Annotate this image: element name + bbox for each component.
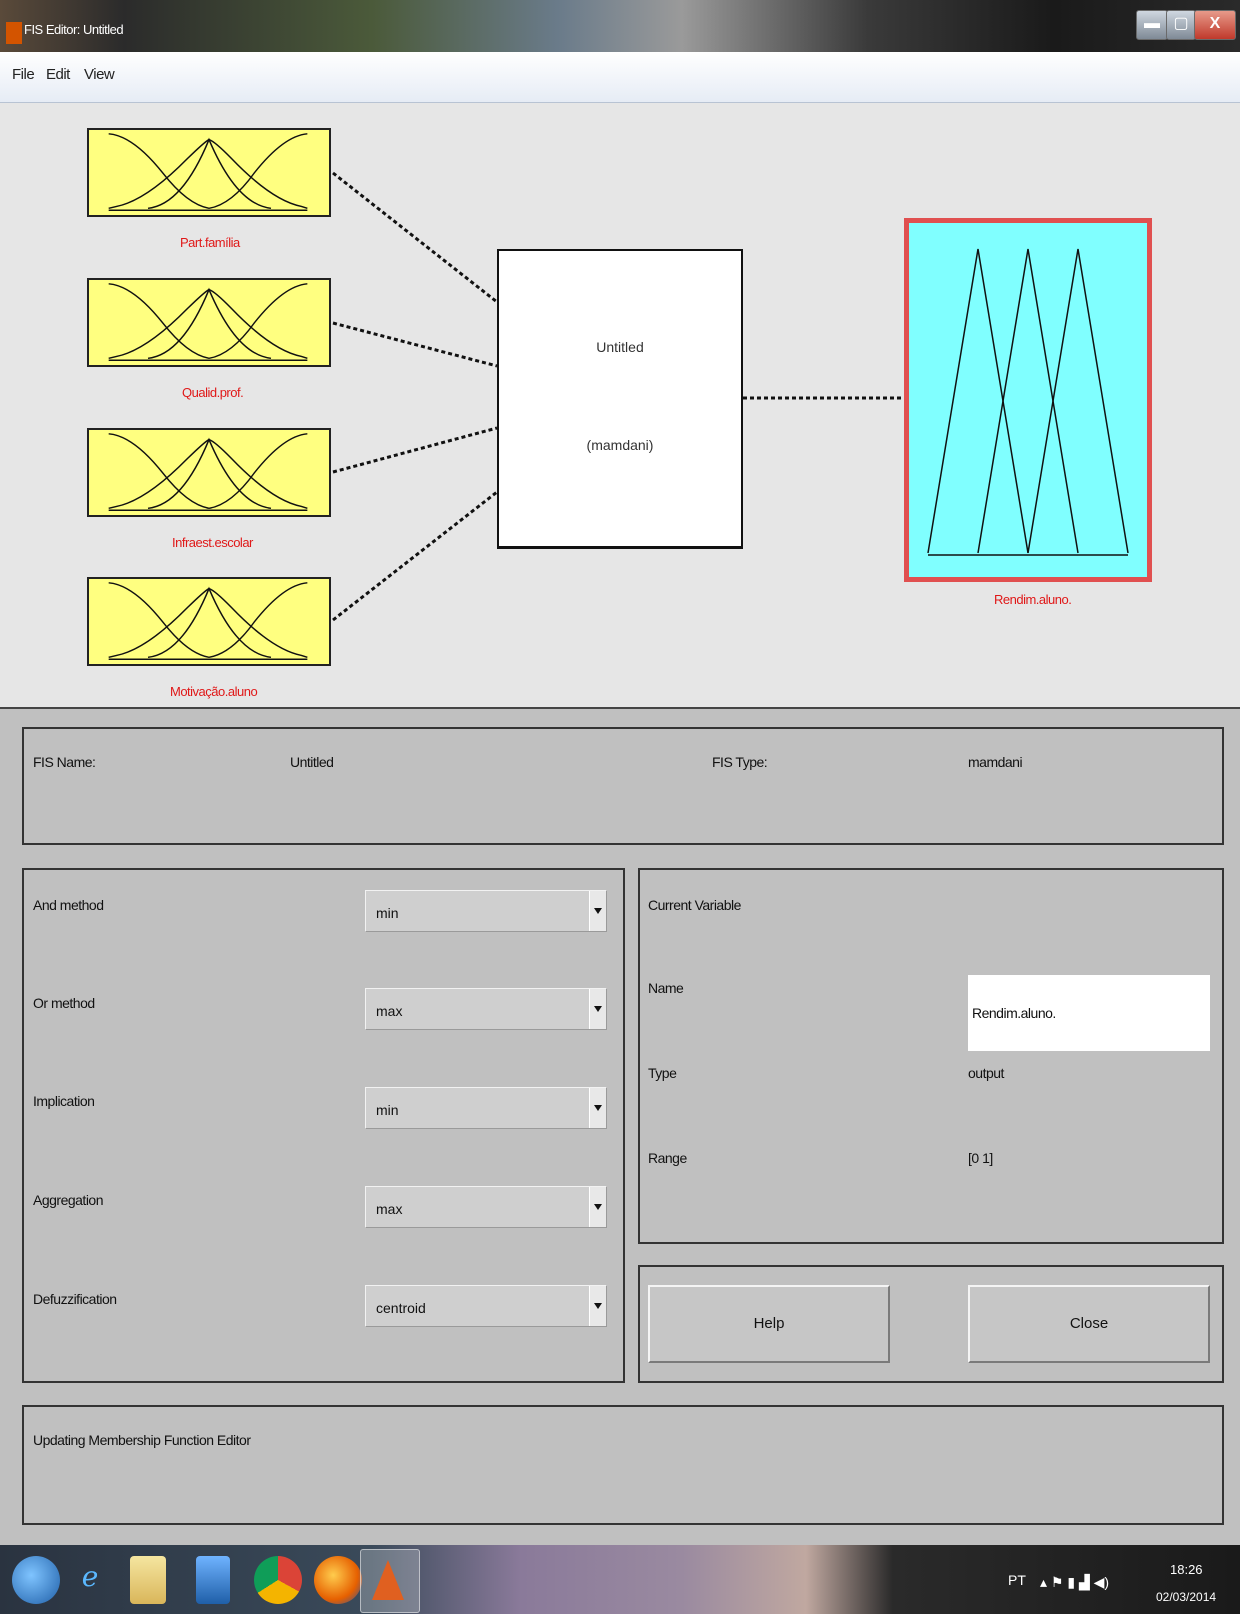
input-mf-box[interactable] (87, 278, 331, 367)
or-method-label: Or method (33, 995, 95, 1011)
chevron-down-icon[interactable] (589, 1187, 606, 1227)
close-window-button[interactable]: X (1194, 10, 1236, 40)
title-bar (0, 0, 1240, 52)
variable-name-field[interactable]: Rendim.aluno. (968, 975, 1210, 1051)
output-label: Rendim.aluno. (994, 592, 1072, 607)
menu-bar (0, 52, 1240, 103)
variable-type-label: Type (648, 1065, 677, 1081)
implication-label: Implication (33, 1093, 95, 1109)
aggregation-label: Aggregation (33, 1192, 104, 1208)
fis-type-value: mamdani (968, 754, 1023, 770)
fis-name-label: FIS Name: (33, 754, 96, 770)
input-mf-box[interactable] (87, 128, 331, 217)
help-button[interactable]: Help (648, 1285, 890, 1363)
current-variable-panel (638, 868, 1224, 1244)
input-mf-plot (108, 133, 308, 211)
chevron-down-icon[interactable] (589, 1286, 606, 1326)
output-mf-box[interactable] (904, 218, 1152, 582)
input-label: Qualid.prof. (182, 385, 244, 400)
input-label: Infraest.escolar (172, 535, 253, 550)
input-mf-plot (108, 433, 308, 511)
tray-language[interactable]: PT (1008, 1572, 1026, 1588)
aggregation-value: max (376, 1201, 403, 1217)
defuzzification-select[interactable]: centroid (365, 1285, 607, 1327)
and-method-select[interactable]: min (365, 890, 607, 932)
notepad-icon[interactable] (130, 1556, 166, 1604)
maximize-button[interactable]: ▢ (1166, 10, 1196, 40)
firefox-icon[interactable] (314, 1556, 362, 1604)
status-message: Updating Membership Function Editor (33, 1432, 251, 1448)
window-title: FIS Editor: Untitled (24, 22, 124, 37)
variable-name-value: Rendim.aluno. (972, 1005, 1056, 1021)
chevron-down-icon[interactable] (589, 1088, 606, 1128)
input-label: Part.família (180, 235, 240, 250)
input-mf-box[interactable] (87, 428, 331, 517)
fis-info-panel (22, 727, 1224, 845)
input-mf-box[interactable] (87, 577, 331, 666)
close-button[interactable]: Close (968, 1285, 1210, 1363)
matlab-icon (372, 1560, 404, 1600)
windows-start-icon[interactable] (12, 1556, 60, 1604)
media-player-icon[interactable] (196, 1556, 230, 1604)
clock-date[interactable]: 02/03/2014 (1156, 1590, 1216, 1604)
variable-name-label: Name (648, 980, 684, 996)
variable-type-value: output (968, 1065, 1004, 1081)
current-variable-title: Current Variable (648, 897, 741, 913)
rule-block[interactable]: Untitled (mamdani) (497, 249, 743, 549)
status-panel (22, 1405, 1224, 1525)
implication-select[interactable]: min (365, 1087, 607, 1129)
internet-explorer-icon[interactable]: e (66, 1560, 114, 1593)
variable-range-value: [0 1] (968, 1150, 993, 1166)
rule-block-type: (mamdani) (586, 437, 654, 453)
input-label: Motivação.aluno (170, 684, 258, 699)
menu-file[interactable]: File (12, 66, 35, 83)
and-method-value: min (376, 905, 399, 921)
chevron-down-icon[interactable] (589, 891, 606, 931)
chevron-down-icon[interactable] (589, 989, 606, 1029)
menu-view[interactable]: View (84, 66, 115, 83)
minimize-button[interactable]: ▬ (1136, 10, 1168, 40)
implication-value: min (376, 1102, 399, 1118)
menu-edit[interactable]: Edit (46, 66, 70, 83)
fis-name-value: Untitled (290, 754, 334, 770)
rule-block-name: Untitled (596, 339, 644, 355)
defuzzification-value: centroid (376, 1300, 426, 1316)
fis-type-label: FIS Type: (712, 754, 768, 770)
output-mf-plot (927, 248, 1129, 556)
input-mf-plot (108, 582, 308, 660)
or-method-value: max (376, 1003, 403, 1019)
variable-range-label: Range (648, 1150, 687, 1166)
defuzzification-label: Defuzzification (33, 1291, 117, 1307)
clock-time[interactable]: 18:26 (1170, 1562, 1203, 1577)
or-method-select[interactable]: max (365, 988, 607, 1030)
and-method-label: And method (33, 897, 104, 913)
aggregation-select[interactable]: max (365, 1186, 607, 1228)
input-mf-plot (108, 283, 308, 361)
matlab-icon (6, 22, 22, 44)
chrome-icon[interactable] (254, 1556, 302, 1604)
tray-icons[interactable]: ▴ ⚑ ▮ ▟ ◀) (1040, 1574, 1109, 1591)
